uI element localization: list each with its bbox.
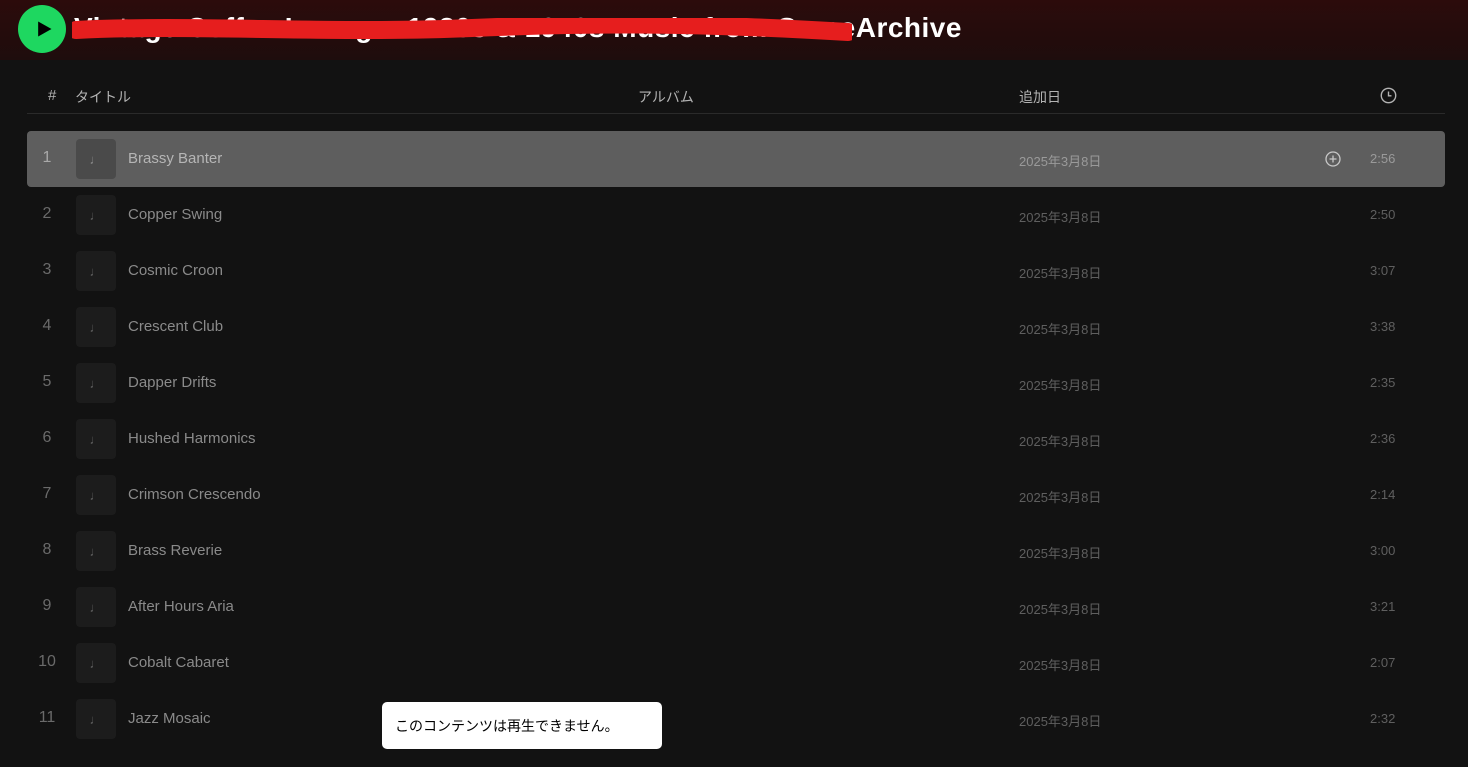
track-title[interactable]: Cobalt Cabaret <box>128 654 229 671</box>
track-title[interactable]: Brassy Banter <box>128 150 222 167</box>
track-number: 4 <box>42 317 52 334</box>
column-date-added[interactable]: 追加日 <box>1019 87 1061 107</box>
track-duration: 3:07 <box>1370 263 1396 278</box>
track-duration: 2:32 <box>1370 711 1396 726</box>
track-duration: 2:35 <box>1370 375 1396 390</box>
track-duration: 3:21 <box>1370 599 1396 614</box>
track-row[interactable]: 2 ♩ Copper Swing 2025年3月8日 2:50 <box>27 187 1445 243</box>
track-title[interactable]: Copper Swing <box>128 206 222 223</box>
toast-notification: このコンテンツは再生できません。 <box>382 702 662 749</box>
music-note-icon: ♩ <box>76 531 116 571</box>
track-duration: 2:07 <box>1370 655 1396 670</box>
track-row[interactable]: 1 ♩ Brassy Banter 2025年3月8日 2:56 <box>27 131 1445 187</box>
music-note-icon: ♩ <box>76 307 116 347</box>
music-note-icon: ♩ <box>76 139 116 179</box>
column-title[interactable]: タイトル <box>75 87 131 107</box>
music-note-icon: ♩ <box>76 419 116 459</box>
track-title[interactable]: After Hours Aria <box>128 598 234 615</box>
track-row[interactable]: 11 ♩ Jazz Mosaic 2025年3月8日 2:32 <box>27 691 1445 747</box>
track-duration: 2:56 <box>1370 151 1396 166</box>
track-duration: 2:14 <box>1370 487 1396 502</box>
track-duration: 2:36 <box>1370 431 1396 446</box>
music-note-icon: ♩ <box>76 587 116 627</box>
track-added-date: 2025年3月8日 <box>1019 322 1102 337</box>
track-number: 8 <box>42 541 52 558</box>
music-note-icon: ♩ <box>76 251 116 291</box>
music-note-icon: ♩ <box>76 643 116 683</box>
play-button[interactable] <box>18 5 66 53</box>
track-duration: 3:38 <box>1370 319 1396 334</box>
track-number: 2 <box>42 205 52 222</box>
track-title[interactable]: Crimson Crescendo <box>128 486 261 503</box>
track-duration: 3:00 <box>1370 543 1396 558</box>
track-title[interactable]: Crescent Club <box>128 318 223 335</box>
track-added-date: 2025年3月8日 <box>1019 154 1102 169</box>
column-album[interactable]: アルバム <box>638 87 694 107</box>
track-title[interactable]: Cosmic Croon <box>128 262 223 279</box>
music-note-icon: ♩ <box>76 475 116 515</box>
add-circle-icon[interactable] <box>1325 151 1341 167</box>
track-number: 9 <box>42 597 52 614</box>
track-title[interactable]: Jazz Mosaic <box>128 710 211 727</box>
track-added-date: 2025年3月8日 <box>1019 266 1102 281</box>
redaction-mark <box>72 18 852 41</box>
track-number: 5 <box>42 373 52 390</box>
track-added-date: 2025年3月8日 <box>1019 658 1102 673</box>
track-added-date: 2025年3月8日 <box>1019 714 1102 729</box>
music-note-icon: ♩ <box>76 363 116 403</box>
track-number: 11 <box>38 709 56 726</box>
track-number: 3 <box>42 261 52 278</box>
track-duration: 2:50 <box>1370 207 1396 222</box>
track-added-date: 2025年3月8日 <box>1019 490 1102 505</box>
track-row[interactable]: 5 ♩ Dapper Drifts 2025年3月8日 2:35 <box>27 355 1445 411</box>
track-row[interactable]: 10 ♩ Cobalt Cabaret 2025年3月8日 2:07 <box>27 635 1445 691</box>
track-row[interactable]: 3 ♩ Cosmic Croon 2025年3月8日 3:07 <box>27 243 1445 299</box>
track-number: 10 <box>38 653 56 670</box>
track-row[interactable]: 8 ♩ Brass Reverie 2025年3月8日 3:00 <box>27 523 1445 579</box>
clock-icon <box>1380 87 1397 107</box>
track-added-date: 2025年3月8日 <box>1019 602 1102 617</box>
tracklist-header: # タイトル アルバム 追加日 <box>27 80 1445 114</box>
track-row[interactable]: 6 ♩ Hushed Harmonics 2025年3月8日 2:36 <box>27 411 1445 467</box>
playlist-header-bar: Vintage Coffee Lounge: 1930s & 1940s Mus… <box>0 0 1468 60</box>
track-added-date: 2025年3月8日 <box>1019 434 1102 449</box>
track-title[interactable]: Hushed Harmonics <box>128 430 256 447</box>
track-added-date: 2025年3月8日 <box>1019 378 1102 393</box>
track-number: 6 <box>42 429 52 446</box>
track-number: 7 <box>42 485 52 502</box>
track-number: 1 <box>42 149 52 166</box>
track-row[interactable]: 4 ♩ Crescent Club 2025年3月8日 3:38 <box>27 299 1445 355</box>
track-added-date: 2025年3月8日 <box>1019 546 1102 561</box>
track-title[interactable]: Brass Reverie <box>128 542 222 559</box>
track-row[interactable]: 9 ♩ After Hours Aria 2025年3月8日 3:21 <box>27 579 1445 635</box>
track-added-date: 2025年3月8日 <box>1019 210 1102 225</box>
track-title[interactable]: Dapper Drifts <box>128 374 216 391</box>
column-number: # <box>48 87 57 104</box>
music-note-icon: ♩ <box>76 195 116 235</box>
play-icon <box>37 21 51 37</box>
tracklist: 1 ♩ Brassy Banter 2025年3月8日 2:56 2 ♩ Cop… <box>27 131 1445 747</box>
music-note-icon: ♩ <box>76 699 116 739</box>
track-row[interactable]: 7 ♩ Crimson Crescendo 2025年3月8日 2:14 <box>27 467 1445 523</box>
